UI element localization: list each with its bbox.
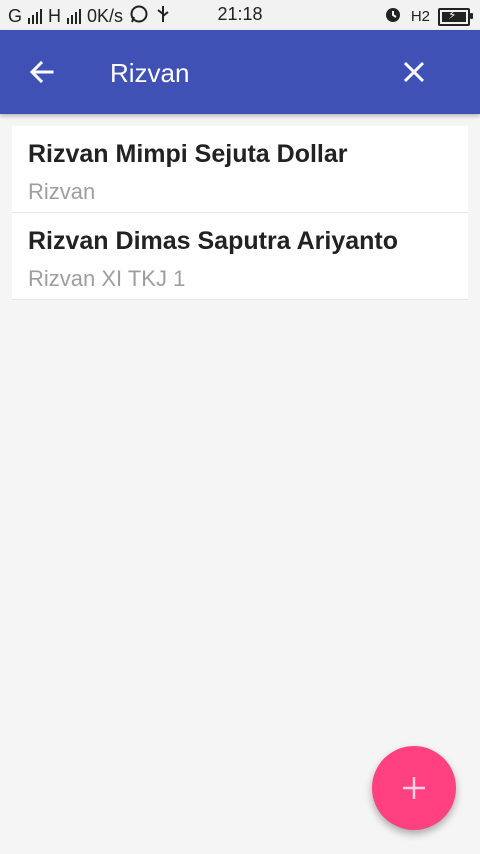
contact-name: Rizvan Mimpi Sejuta Dollar — [28, 140, 348, 168]
close-icon[interactable] — [394, 52, 434, 92]
contact-detail: Rizvan XI TKJ 1 — [28, 266, 186, 291]
battery-charging-icon: ⚡ — [438, 7, 473, 26]
alarm-icon — [383, 4, 403, 29]
contact-name: Rizvan Dimas Saputra Ariyanto — [28, 227, 399, 255]
h2-label: H2 — [410, 8, 430, 25]
list-item[interactable]: Rizvan Dimas Saputra Ariyanto Rizvan XI … — [12, 213, 468, 300]
add-button[interactable] — [372, 746, 456, 830]
search-input[interactable] — [108, 54, 382, 92]
list-item[interactable]: Rizvan Mimpi Sejuta Dollar Rizvan — [12, 126, 468, 213]
status-bar: G H 0K/s 21:18 H2 ⚡ — [0, 0, 480, 30]
arrow-left-icon[interactable] — [22, 52, 62, 92]
app-bar — [0, 30, 480, 114]
contact-list: Rizvan Mimpi Sejuta Dollar Rizvan Rizvan… — [12, 126, 468, 300]
status-right: H2 ⚡ — [383, 4, 473, 29]
contact-detail: Rizvan — [28, 179, 96, 204]
plus-icon — [403, 777, 425, 799]
